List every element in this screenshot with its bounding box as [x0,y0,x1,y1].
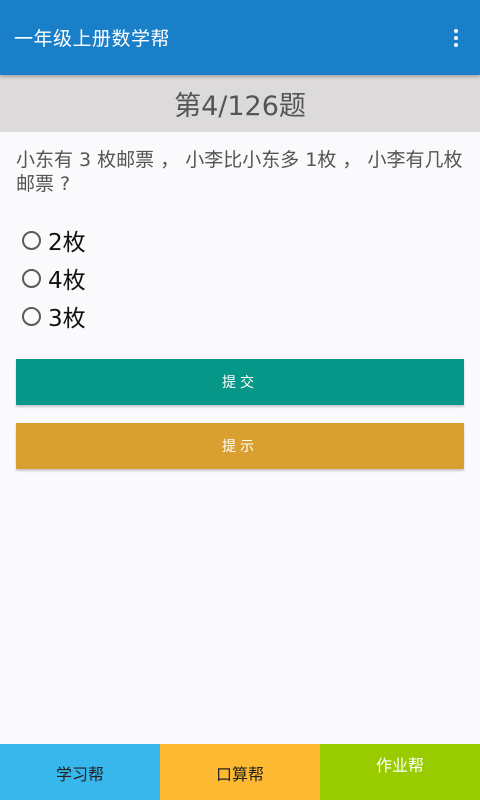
option-label: 4枚 [48,268,86,294]
question-number: 第4/126题 [174,91,306,122]
tab-study-help[interactable]: 学习帮 [0,744,160,800]
radio-button-icon[interactable] [22,306,41,326]
app-bar: 一年级上册数学帮 [0,0,480,75]
menu-dot [454,35,458,40]
question-header: 第4/126题 [0,75,480,132]
submit-button[interactable]: 提交 [16,359,464,405]
radio-button-icon[interactable] [22,230,41,250]
menu-dot [454,42,458,47]
app-screen: 一年级上册数学帮 第4/126题 小东有 3 枚邮票 ， 小李比小东多 1枚 ，… [0,0,480,800]
hint-button[interactable]: 提示 [16,423,464,469]
answer-option[interactable]: 2枚 [22,221,86,259]
answer-options: 2枚 4枚 3枚 [22,221,86,335]
app-title: 一年级上册数学帮 [14,28,171,50]
question-text: 小东有 3 枚邮票 ， 小李比小东多 1枚 ， 小李有几枚邮票 ? [16,149,463,195]
bottom-navigation: 学习帮 口算帮 作业帮 [0,744,480,800]
more-vert-icon[interactable] [446,23,466,53]
answer-option[interactable]: 3枚 [22,297,86,335]
option-label: 2枚 [48,230,86,256]
radio-button-icon[interactable] [22,268,41,288]
tab-homework-help[interactable]: 作业帮 [320,744,480,800]
tab-mental-math[interactable]: 口算帮 [160,744,320,800]
menu-dot [454,28,458,33]
answer-option[interactable]: 4枚 [22,259,86,297]
option-label: 3枚 [48,306,86,332]
